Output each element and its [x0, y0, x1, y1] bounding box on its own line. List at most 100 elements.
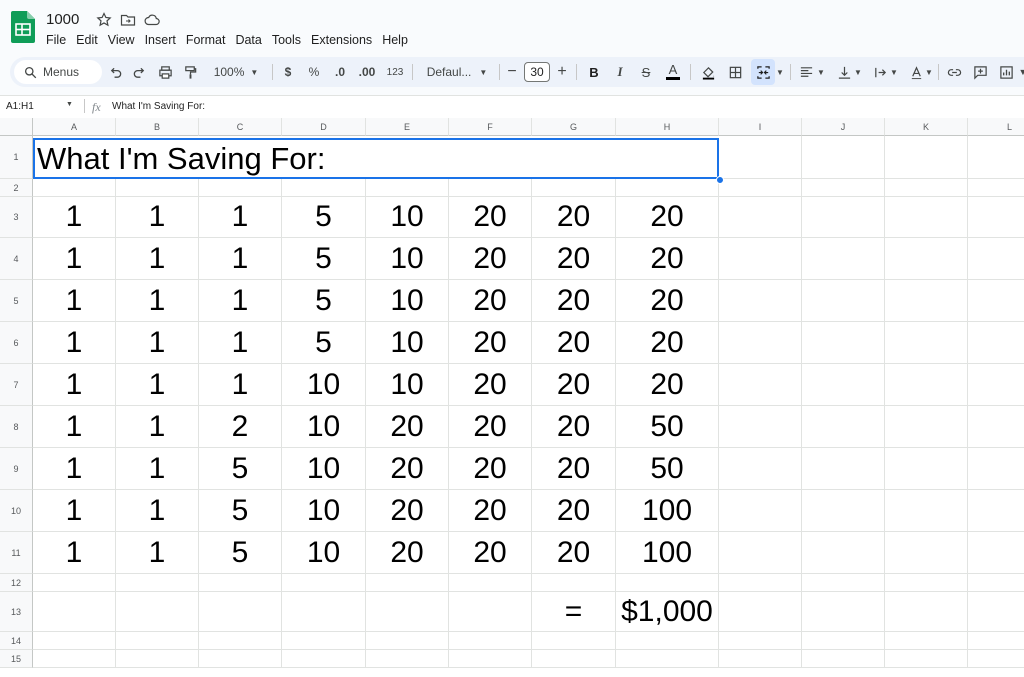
insert-link-icon[interactable]: [944, 57, 964, 87]
row-header-1[interactable]: 1: [0, 136, 33, 179]
cell-b4[interactable]: 1: [116, 238, 199, 280]
cell-c15[interactable]: [199, 650, 282, 668]
cell-g5[interactable]: 20: [532, 280, 616, 322]
cell-g9[interactable]: 20: [532, 448, 616, 490]
cell-c10[interactable]: 5: [199, 490, 282, 532]
cell-b13[interactable]: [116, 592, 199, 632]
cell-b12[interactable]: [116, 574, 199, 592]
number-format-button[interactable]: 123: [383, 57, 407, 87]
chevron-down-icon[interactable]: ▼: [853, 57, 863, 87]
column-header-k[interactable]: K: [885, 118, 968, 136]
cell-c9[interactable]: 5: [199, 448, 282, 490]
cell-b15[interactable]: [116, 650, 199, 668]
row-header-7[interactable]: 7: [0, 364, 33, 406]
cell-b3[interactable]: 1: [116, 197, 199, 238]
total-cell[interactable]: $1,000: [616, 592, 719, 632]
cell-e12[interactable]: [366, 574, 449, 592]
italic-button[interactable]: I: [610, 57, 630, 87]
font-size-input[interactable]: 30: [524, 62, 550, 82]
cell-l4[interactable]: [968, 238, 1024, 280]
cell-i5[interactable]: [719, 280, 802, 322]
merge-cells-icon[interactable]: [753, 57, 773, 87]
strikethrough-button[interactable]: S: [636, 57, 656, 87]
cell-l6[interactable]: [968, 322, 1024, 364]
cell-j12[interactable]: [802, 574, 885, 592]
merged-title-cell[interactable]: What I'm Saving For:: [33, 138, 719, 179]
cell-l15[interactable]: [968, 650, 1024, 668]
cell-l8[interactable]: [968, 406, 1024, 448]
cell-h3[interactable]: 20: [616, 197, 719, 238]
increase-font-size-button[interactable]: +: [554, 57, 570, 87]
cell-a5[interactable]: 1: [33, 280, 116, 322]
cell-a3[interactable]: 1: [33, 197, 116, 238]
cell-i8[interactable]: [719, 406, 802, 448]
cell-b5[interactable]: 1: [116, 280, 199, 322]
menu-format[interactable]: Format: [186, 33, 226, 47]
column-header-b[interactable]: B: [116, 118, 199, 136]
row-header-8[interactable]: 8: [0, 406, 33, 448]
cell-k8[interactable]: [885, 406, 968, 448]
cell-f4[interactable]: 20: [449, 238, 532, 280]
cell-a12[interactable]: [33, 574, 116, 592]
decrease-font-size-button[interactable]: −: [504, 57, 520, 87]
cell-e8[interactable]: 20: [366, 406, 449, 448]
cell-i4[interactable]: [719, 238, 802, 280]
column-header-d[interactable]: D: [282, 118, 366, 136]
cell-h5[interactable]: 20: [616, 280, 719, 322]
cloud-status-icon[interactable]: [144, 12, 160, 33]
cell-j13[interactable]: [802, 592, 885, 632]
cell-i3[interactable]: [719, 197, 802, 238]
cell-a9[interactable]: 1: [33, 448, 116, 490]
cell-i11[interactable]: [719, 532, 802, 574]
cell-k2[interactable]: [885, 179, 968, 197]
cell-g13[interactable]: =: [532, 592, 616, 632]
cell-d8[interactable]: 10: [282, 406, 366, 448]
row-header-4[interactable]: 4: [0, 238, 33, 280]
zoom-select[interactable]: 100% ▼: [208, 57, 264, 87]
menu-file[interactable]: File: [46, 33, 66, 47]
row-header-15[interactable]: 15: [0, 650, 33, 668]
cell-f15[interactable]: [449, 650, 532, 668]
cell-h8[interactable]: 50: [616, 406, 719, 448]
cell-f12[interactable]: [449, 574, 532, 592]
cell-g15[interactable]: [532, 650, 616, 668]
cell-c14[interactable]: [199, 632, 282, 650]
row-header-9[interactable]: 9: [0, 448, 33, 490]
cell-c6[interactable]: 1: [199, 322, 282, 364]
column-header-e[interactable]: E: [366, 118, 449, 136]
cell-i15[interactable]: [719, 650, 802, 668]
menus-search[interactable]: Menus: [14, 60, 102, 84]
chevron-down-icon[interactable]: ▼: [924, 57, 934, 87]
cell-l14[interactable]: [968, 632, 1024, 650]
chevron-down-icon[interactable]: ▼: [66, 101, 73, 108]
cell-h2[interactable]: [616, 179, 719, 197]
cell-a8[interactable]: 1: [33, 406, 116, 448]
cell-i2[interactable]: [719, 179, 802, 197]
cell-d7[interactable]: 10: [282, 364, 366, 406]
select-all-corner[interactable]: [0, 118, 33, 136]
cell-h10[interactable]: 100: [616, 490, 719, 532]
insert-chart-icon[interactable]: [996, 57, 1016, 87]
borders-icon[interactable]: [725, 57, 745, 87]
cell-h14[interactable]: [616, 632, 719, 650]
redo-icon[interactable]: [129, 57, 149, 87]
cell-f11[interactable]: 20: [449, 532, 532, 574]
cell-h15[interactable]: [616, 650, 719, 668]
cell-e9[interactable]: 20: [366, 448, 449, 490]
cell-h11[interactable]: 100: [616, 532, 719, 574]
cell-c2[interactable]: [199, 179, 282, 197]
row-header-10[interactable]: 10: [0, 490, 33, 532]
cell-a7[interactable]: 1: [33, 364, 116, 406]
column-header-j[interactable]: J: [802, 118, 885, 136]
cell-i9[interactable]: [719, 448, 802, 490]
print-icon[interactable]: [155, 57, 175, 87]
row-header-6[interactable]: 6: [0, 322, 33, 364]
cell-l13[interactable]: [968, 592, 1024, 632]
cell-a11[interactable]: 1: [33, 532, 116, 574]
cell-g8[interactable]: 20: [532, 406, 616, 448]
increase-decimal-button[interactable]: .00: [355, 57, 379, 87]
cell-j11[interactable]: [802, 532, 885, 574]
font-select[interactable]: Defaul... ▼: [420, 57, 494, 87]
cell-g11[interactable]: 20: [532, 532, 616, 574]
cell-a2[interactable]: [33, 179, 116, 197]
